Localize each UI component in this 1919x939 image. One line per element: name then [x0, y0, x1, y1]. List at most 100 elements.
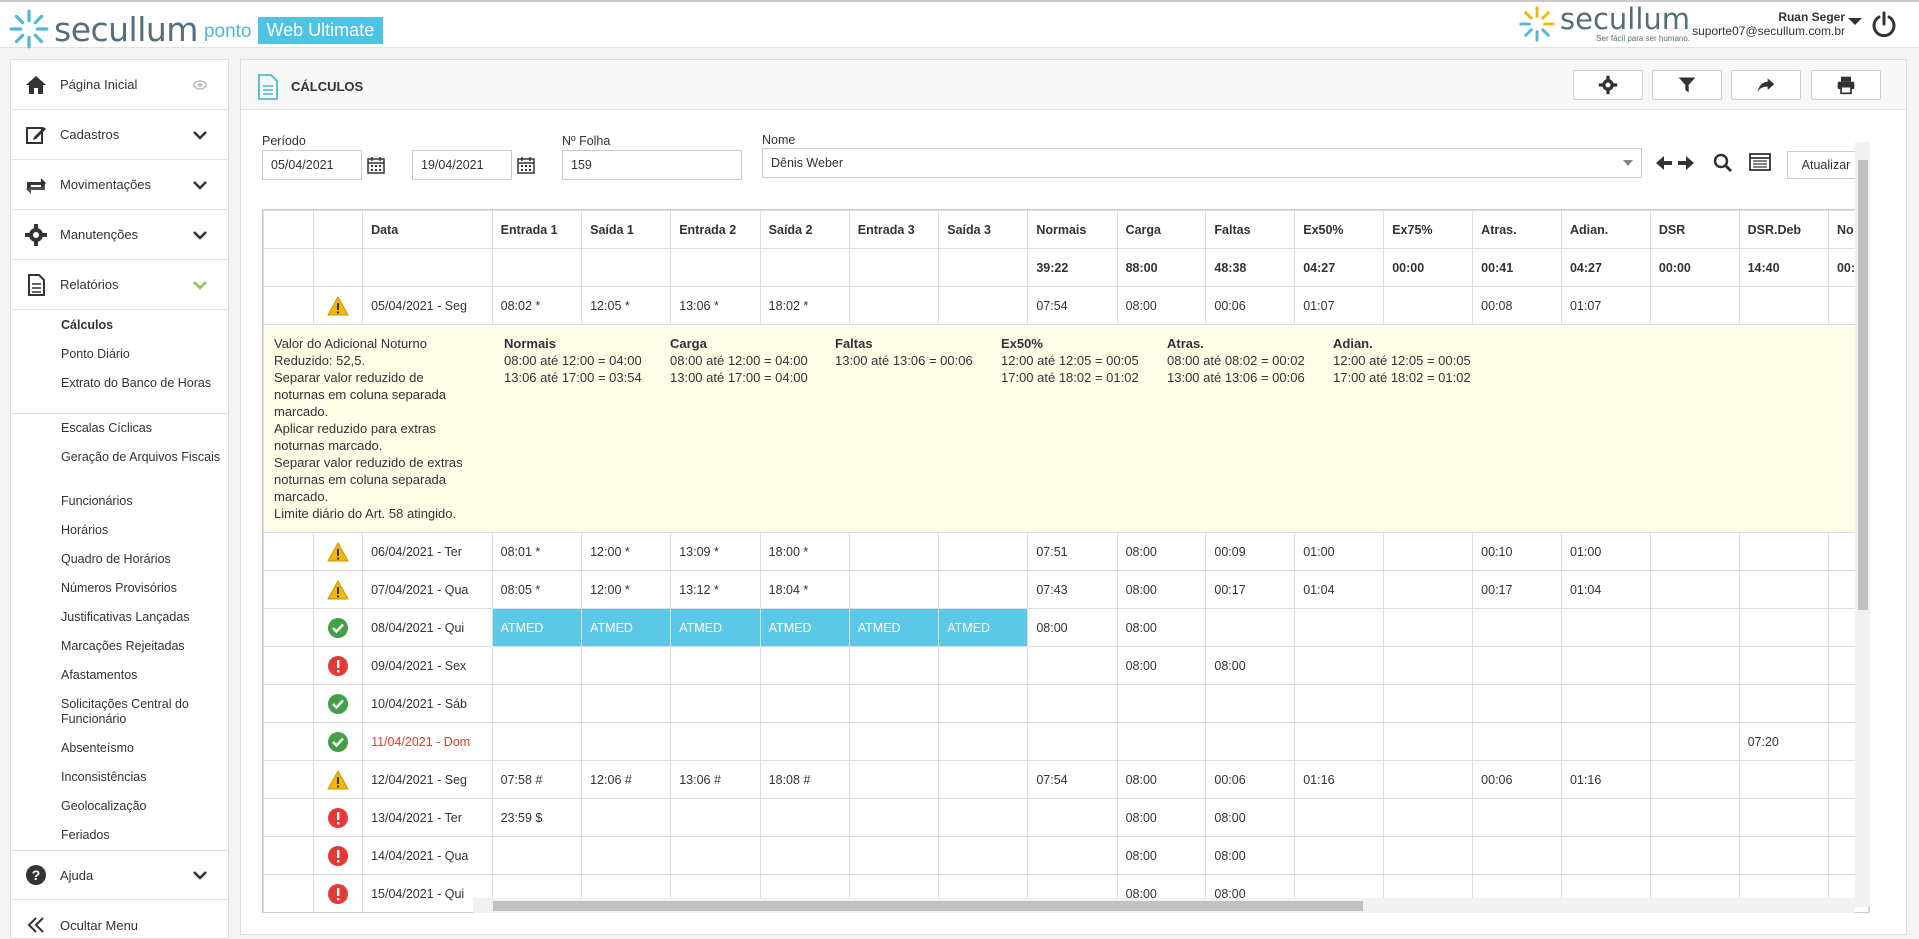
grid-cell[interactable]: [1472, 798, 1562, 837]
table-row[interactable]: 09/04/2021 - Sex 08:00 08:00: [263, 646, 1869, 685]
expand-cell[interactable]: [263, 532, 314, 571]
grid-cell[interactable]: [1383, 684, 1474, 723]
column-header[interactable]: Faltas: [1205, 210, 1296, 249]
grid-cell[interactable]: 01:16: [1294, 760, 1385, 799]
user-caret-icon[interactable]: [1848, 18, 1862, 25]
sidebar-item-manutencoes[interactable]: Manutenções: [11, 210, 228, 260]
grid-cell[interactable]: [938, 570, 1029, 609]
grid-cell[interactable]: [1649, 286, 1740, 325]
grid-cell[interactable]: 01:16: [1560, 760, 1651, 799]
scrollbar-thumb[interactable]: [493, 901, 1363, 911]
grid-cell[interactable]: [1649, 646, 1740, 685]
grid-cell[interactable]: [848, 646, 940, 685]
submenu-numeros-provisorios[interactable]: Números Provisórios: [61, 581, 221, 596]
status-cell[interactable]: [312, 760, 364, 799]
error-circle-icon[interactable]: [327, 807, 349, 829]
grid-cell[interactable]: 08:00: [1205, 646, 1296, 685]
submenu-inconsistencias[interactable]: Inconsistências: [61, 770, 221, 785]
status-cell[interactable]: [312, 684, 364, 723]
grid-cell[interactable]: [1383, 836, 1474, 875]
error-circle-icon[interactable]: [327, 845, 349, 867]
submenu-justificativas-lancadas[interactable]: Justificativas Lançadas: [61, 610, 221, 625]
expand-cell[interactable]: [263, 874, 314, 912]
grid-cell[interactable]: 08:02 *: [491, 286, 583, 325]
grid-cell[interactable]: [1383, 532, 1474, 571]
grid-cell[interactable]: 08:00: [1116, 608, 1207, 647]
grid-cell[interactable]: [938, 760, 1029, 799]
submenu-afastamentos[interactable]: Afastamentos: [61, 668, 221, 683]
grid-cell[interactable]: 18:00 *: [759, 532, 850, 571]
grid-cell[interactable]: [1383, 798, 1474, 837]
grid-cell[interactable]: [581, 684, 672, 723]
sidebar-item-home[interactable]: Página Inicial: [11, 60, 228, 110]
grid-cell[interactable]: ATMED: [759, 608, 850, 647]
grid-cell[interactable]: 12:05 *: [581, 286, 672, 325]
grid-cell[interactable]: [1738, 646, 1829, 685]
status-cell[interactable]: [312, 798, 364, 837]
status-cell[interactable]: [312, 570, 364, 609]
expand-cell[interactable]: [263, 798, 314, 837]
grid-cell[interactable]: 12:06 #: [581, 760, 672, 799]
grid-cell[interactable]: ATMED: [670, 608, 761, 647]
grid-cell[interactable]: [581, 836, 672, 875]
grid-cell[interactable]: 07:54: [1027, 286, 1118, 325]
grid-cell[interactable]: 08:00: [1116, 532, 1207, 571]
grid-cell[interactable]: 01:07: [1560, 286, 1651, 325]
grid-cell[interactable]: ATMED: [938, 608, 1029, 647]
column-header[interactable]: Entrada 2: [670, 210, 761, 249]
grid-cell[interactable]: ATMED: [491, 608, 583, 647]
grid-cell[interactable]: [581, 646, 672, 685]
grid-cell[interactable]: 08:05 *: [491, 570, 583, 609]
grid-cell[interactable]: [1383, 286, 1474, 325]
expand-cell[interactable]: [263, 684, 314, 723]
grid-cell[interactable]: 01:07: [1294, 286, 1385, 325]
grid-cell[interactable]: [1649, 722, 1740, 761]
grid-cell[interactable]: 13:12 *: [670, 570, 761, 609]
warning-icon[interactable]: [327, 295, 349, 317]
grid-cell[interactable]: 01:00: [1294, 532, 1385, 571]
grid-cell[interactable]: [759, 722, 850, 761]
error-circle-icon[interactable]: [327, 655, 349, 677]
submenu-absenteismo[interactable]: Absenteísmo: [61, 741, 221, 756]
status-cell[interactable]: [312, 874, 364, 912]
calendar-icon[interactable]: [517, 156, 535, 174]
column-header[interactable]: Entrada 1: [491, 210, 583, 249]
grid-cell[interactable]: 00:06: [1205, 286, 1296, 325]
grid-cell[interactable]: [938, 722, 1029, 761]
grid-cell[interactable]: [1383, 646, 1474, 685]
warning-icon[interactable]: [327, 769, 349, 791]
table-row[interactable]: 06/04/2021 - Ter 08:01 * 12:00 * 13:09 * 18:…: [263, 532, 1869, 571]
grid-cell[interactable]: [1294, 836, 1385, 875]
column-header[interactable]: DSR: [1649, 210, 1740, 249]
grid-cell[interactable]: 08:00: [1116, 646, 1207, 685]
grid-cell[interactable]: [1383, 760, 1474, 799]
table-row[interactable]: 08/04/2021 - Qui ATMED ATMED ATMED ATMED ATME…: [263, 608, 1869, 647]
grid-cell[interactable]: 08:00: [1116, 286, 1207, 325]
grid-cell[interactable]: [759, 836, 850, 875]
warning-icon[interactable]: [327, 579, 349, 601]
grid-cell[interactable]: 08:00: [1116, 570, 1207, 609]
grid-cell[interactable]: 07:20: [1738, 722, 1829, 761]
column-header[interactable]: DSR.Deb: [1738, 210, 1829, 249]
grid-cell[interactable]: [759, 646, 850, 685]
column-header[interactable]: Saída 1: [581, 210, 672, 249]
grid-cell[interactable]: 00:09: [1205, 532, 1296, 571]
column-header[interactable]: Data: [362, 210, 493, 249]
column-header[interactable]: Saída 3: [938, 210, 1029, 249]
grid-cell[interactable]: [670, 684, 761, 723]
table-row[interactable]: 05/04/2021 - Seg 08:02 * 12:05 * 13:06 * 18:…: [263, 286, 1869, 325]
grid-cell[interactable]: 00:06: [1472, 760, 1562, 799]
submenu-ponto-diario[interactable]: Ponto Diário: [61, 347, 221, 362]
column-header[interactable]: Saída 2: [759, 210, 850, 249]
name-select[interactable]: Dênis Weber: [762, 148, 1642, 178]
grid-cell[interactable]: [1560, 684, 1651, 723]
grid-cell[interactable]: [1649, 836, 1740, 875]
grid-cell[interactable]: [1560, 798, 1651, 837]
grid-cell[interactable]: [1294, 798, 1385, 837]
grid-cell[interactable]: [938, 286, 1029, 325]
grid-cell[interactable]: [670, 836, 761, 875]
grid-cell[interactable]: [1205, 684, 1296, 723]
grid-cell[interactable]: [848, 684, 940, 723]
share-button[interactable]: [1731, 70, 1801, 100]
column-header[interactable]: Ex75%: [1383, 210, 1474, 249]
